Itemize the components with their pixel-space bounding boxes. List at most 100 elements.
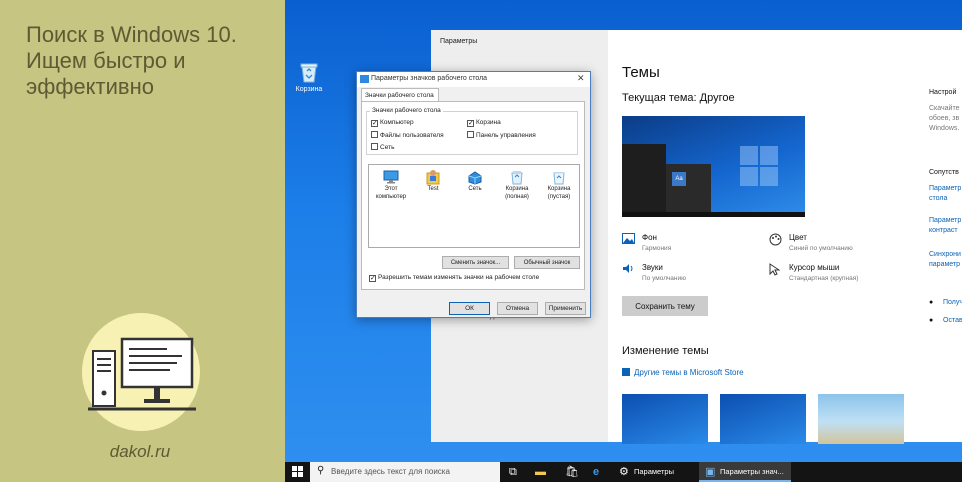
dialog-title: Параметры значков рабочего стола xyxy=(371,75,488,82)
related-link[interactable]: Параметр xyxy=(929,216,961,226)
checkbox-user-files[interactable]: Файлы пользователя xyxy=(371,131,444,139)
icon-item-network[interactable]: Сеть xyxy=(455,169,495,194)
related-link[interactable]: Оставить xyxy=(943,316,962,326)
checkbox-recycle-bin[interactable]: ✓ Корзина xyxy=(467,119,501,127)
cursor-icon xyxy=(769,263,781,279)
option-value: Синий по умолчанию xyxy=(789,245,853,252)
change-theme-heading: Изменение темы xyxy=(622,345,709,357)
change-icon-button[interactable]: Сменить значок... xyxy=(442,256,509,269)
related-heading: Сопутств xyxy=(929,169,959,176)
task-view-icon[interactable]: ⧉ xyxy=(509,465,517,479)
close-icon[interactable]: ✕ xyxy=(577,73,585,84)
speaker-icon xyxy=(622,263,635,277)
checkbox-computer[interactable]: ✓ Компьютер xyxy=(371,119,414,127)
save-theme-button[interactable]: Сохранить тему xyxy=(622,296,708,316)
group-label: Значки рабочего стола xyxy=(370,107,443,114)
option-name: Фон xyxy=(642,233,657,242)
icon-label: Test xyxy=(427,186,439,192)
theme-thumbnail[interactable] xyxy=(818,394,904,444)
promo-title-line: Поиск в Windows 10. xyxy=(26,22,237,47)
related-link[interactable]: параметр xyxy=(929,260,960,270)
icon-item-this-pc[interactable]: Этот компьютер xyxy=(371,169,411,201)
taskbar-app-label: Параметры xyxy=(634,467,674,476)
related-link[interactable]: Параметр xyxy=(929,184,961,194)
store-icon xyxy=(622,368,630,376)
icon-label: Корзина xyxy=(505,186,529,192)
option-name: Курсор мыши xyxy=(789,263,840,272)
checkbox-label: Корзина xyxy=(476,119,501,126)
recycle-bin-empty-icon xyxy=(551,169,567,185)
windows-logo-icon xyxy=(740,146,778,186)
icon-label: компьютер xyxy=(375,194,407,200)
settings-window-title: Параметры xyxy=(440,38,478,45)
desktop-recycle-bin[interactable]: Корзина xyxy=(291,60,327,93)
desktop-icons-group: Значки рабочего стола ✓ Компьютер ✓ Корзин… xyxy=(366,107,578,155)
taskbar: ⚲ Введите здесь текст для поиска ⧉ ▬ 🛍 e… xyxy=(285,462,962,482)
site-name: dakol.ru xyxy=(109,442,171,461)
related-text: Скачайте xyxy=(929,105,960,112)
promo-panel: Поиск в Windows 10. Ищем быстро и эффект… xyxy=(0,0,285,482)
window-icon: ▣ xyxy=(705,466,716,478)
themes-page: Темы Текущая тема: Другое Aa Фон Гармони… xyxy=(622,30,922,444)
dialog-titlebar[interactable]: Параметры значков рабочего стола ✕ xyxy=(357,72,590,87)
related-link[interactable]: Синхрони xyxy=(929,250,961,260)
checkbox-control-panel[interactable]: Панель управления xyxy=(467,131,536,139)
option-name: Звуки xyxy=(642,263,663,272)
checkbox-box xyxy=(371,143,378,150)
start-button[interactable] xyxy=(292,466,304,478)
checkbox-label: Сеть xyxy=(380,144,395,151)
tab-desktop-icons[interactable]: Значки рабочего стола xyxy=(361,88,439,102)
recycle-bin-icon xyxy=(300,63,318,83)
checkbox-label: Компьютер xyxy=(380,119,414,126)
theme-thumbnail[interactable] xyxy=(622,394,708,444)
taskbar-app-desktop-icons[interactable]: ▣ Параметры знач... xyxy=(699,462,791,482)
icon-label: (полная) xyxy=(505,194,529,200)
apply-button[interactable]: Применить xyxy=(545,302,586,315)
store-icon[interactable]: 🛍 xyxy=(565,465,579,479)
cancel-button[interactable]: Отмена xyxy=(497,302,538,315)
taskbar-app-label: Параметры знач... xyxy=(720,467,784,476)
promo-title-line: Ищем быстро и xyxy=(26,48,186,73)
store-link[interactable]: Другие темы в Microsoft Store xyxy=(622,368,744,377)
icon-label: Корзина xyxy=(547,186,571,192)
tab-label: Значки рабочего стола xyxy=(365,92,434,99)
checkbox-box: ✓ xyxy=(371,120,378,127)
promo-title-line: эффективно xyxy=(26,74,154,99)
icon-item-recycle-empty[interactable]: Корзина (пустая) xyxy=(539,169,579,201)
option-value: По умолчанию xyxy=(642,275,686,282)
preview-taskbar xyxy=(622,212,805,217)
related-text: обоев, зв xyxy=(929,115,960,122)
promo-title: Поиск в Windows 10. Ищем быстро и эффект… xyxy=(26,22,276,100)
search-icon: ⚲ xyxy=(317,465,325,476)
checkbox-network[interactable]: Сеть xyxy=(371,143,394,151)
taskbar-app-settings[interactable]: ⚙ Параметры xyxy=(613,462,695,482)
checkbox-label: Панель управления xyxy=(476,132,536,139)
help-icon: ● xyxy=(929,299,934,306)
checkbox-box: ✓ xyxy=(467,120,474,127)
taskbar-search-box[interactable]: ⚲ Введите здесь текст для поиска xyxy=(310,462,500,482)
related-link[interactable]: Получите xyxy=(943,298,962,308)
palette-icon xyxy=(769,233,782,249)
dialog-body: Значки рабочего стола ✓ Компьютер ✓ Корзин… xyxy=(361,101,585,290)
file-explorer-icon[interactable]: ▬ xyxy=(535,465,546,479)
page-title: Темы xyxy=(622,64,660,81)
icon-label: Этот xyxy=(384,186,398,192)
restore-default-button[interactable]: Обычный значок xyxy=(514,256,580,269)
icon-label: Сеть xyxy=(468,186,482,192)
ok-button[interactable]: ОК xyxy=(449,302,490,315)
option-value: Стандартная (крупная) xyxy=(789,275,859,282)
option-value: Гармония xyxy=(642,245,672,252)
computer-logo-icon xyxy=(82,313,200,431)
icon-list: Этот компьютер Test Сеть Корзина (полная… xyxy=(368,164,580,248)
icon-item-user[interactable]: Test xyxy=(413,169,453,194)
related-link[interactable]: контраст xyxy=(929,226,958,236)
related-link[interactable]: стола xyxy=(929,194,947,204)
checkbox-allow-themes[interactable]: ✓ Разрешить темам изменять значки на рабо… xyxy=(369,274,539,282)
desktop-icon-label: Корзина xyxy=(295,86,323,93)
icon-item-recycle-full[interactable]: Корзина (полная) xyxy=(497,169,537,201)
icon-label: (пустая) xyxy=(547,194,571,200)
theme-thumbnail[interactable] xyxy=(720,394,806,444)
checkbox-box: ✓ xyxy=(369,275,376,282)
checkbox-box xyxy=(371,131,378,138)
edge-icon[interactable]: e xyxy=(593,465,599,479)
